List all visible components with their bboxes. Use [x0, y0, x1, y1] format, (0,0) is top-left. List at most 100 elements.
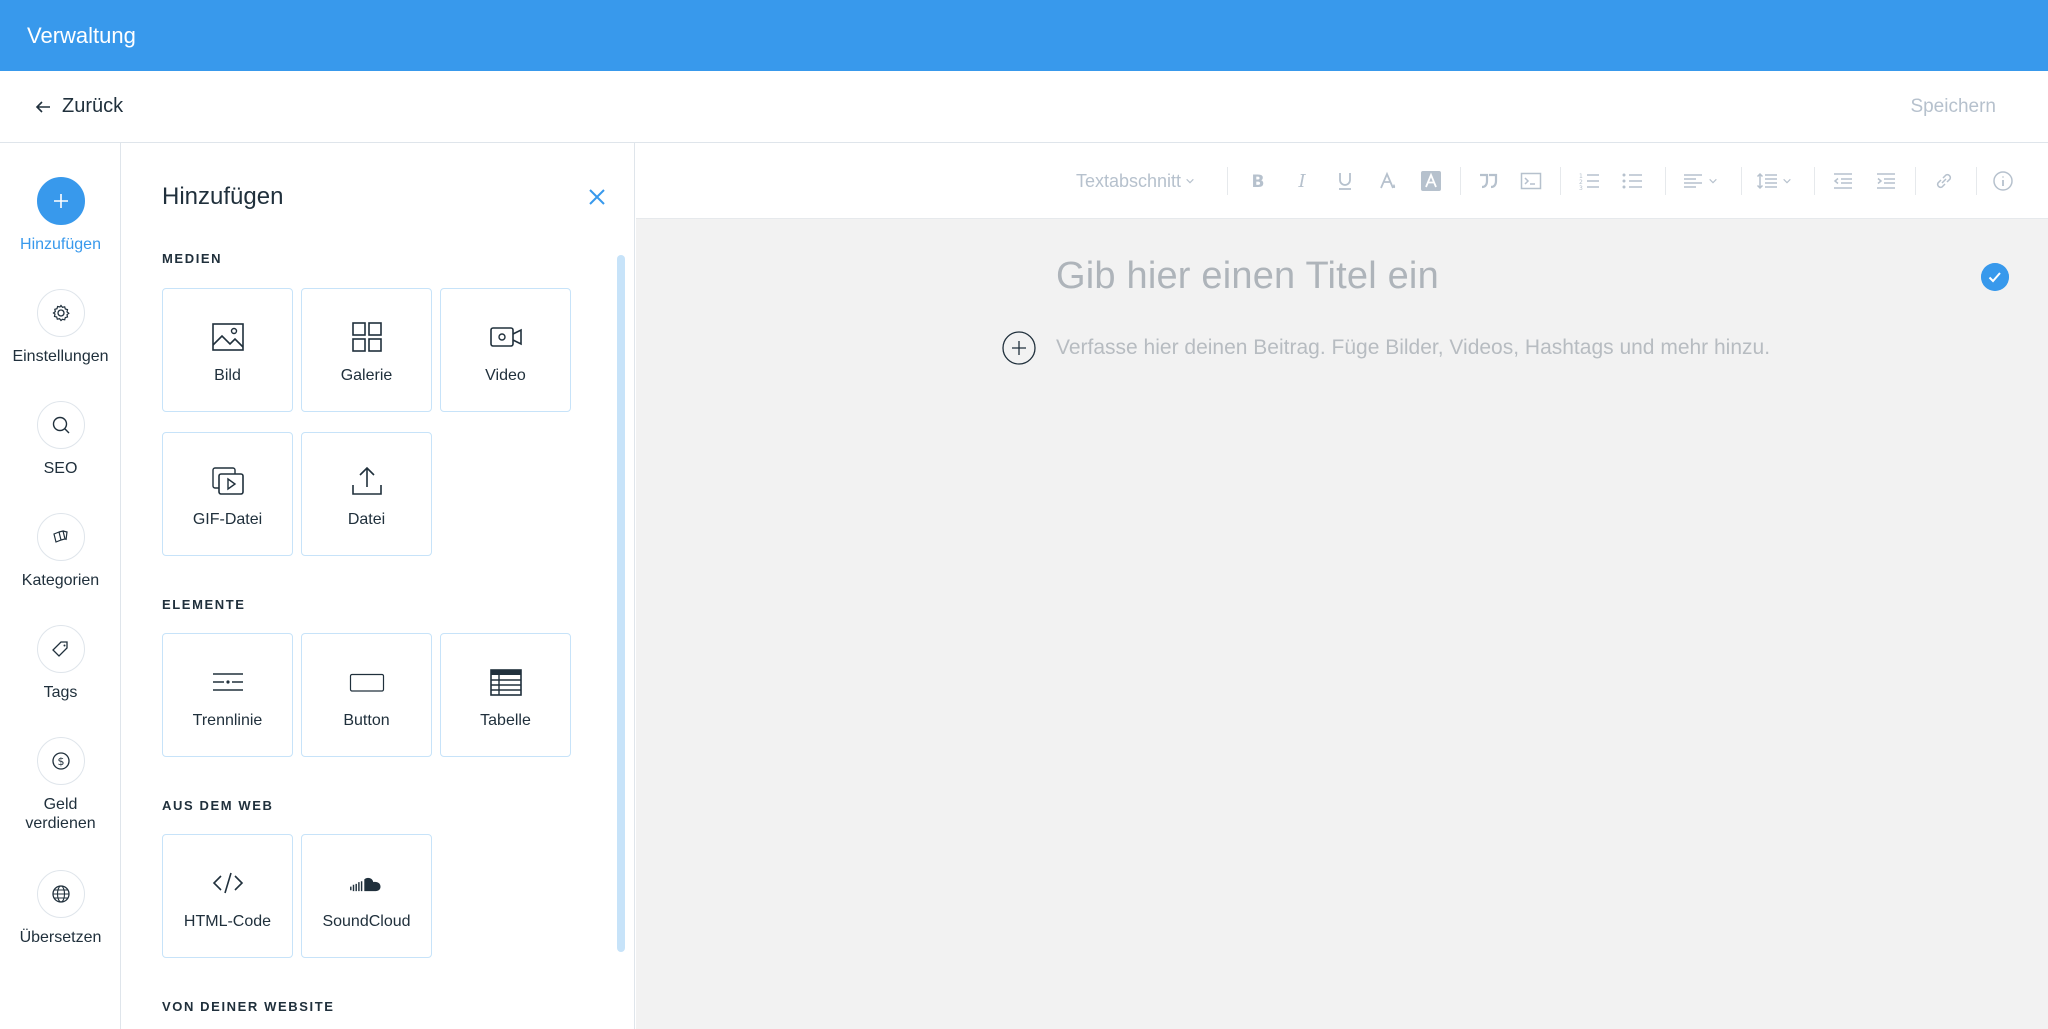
svg-text:3: 3: [1579, 185, 1583, 192]
rail-item-label: Tags: [43, 684, 78, 701]
back-button[interactable]: Zurück: [34, 95, 123, 118]
image-icon: [211, 323, 244, 351]
post-body-input[interactable]: Verfasse hier deinen Beitrag. Füge Bilde…: [1056, 336, 1770, 360]
tag-icon: [36, 625, 85, 673]
toolbar-divider: [1814, 167, 1815, 195]
rail-item-seo[interactable]: SEO: [0, 401, 121, 478]
outdent-icon: [1833, 173, 1852, 189]
tile-html-code[interactable]: HTML-Code: [162, 834, 293, 958]
link-button[interactable]: [1933, 169, 1955, 193]
italic-button[interactable]: I: [1291, 169, 1313, 193]
rail-item-categories[interactable]: Kategorien: [0, 513, 121, 590]
code-icon: [212, 872, 243, 894]
tile-label: HTML-Code: [183, 913, 272, 930]
tile-label: Button: [343, 712, 390, 729]
app-title: Verwaltung: [27, 22, 136, 48]
toolbar-divider: [1560, 167, 1561, 195]
gear-icon: [36, 289, 85, 337]
toolbar-divider: [1665, 167, 1666, 195]
indent-icon: [1877, 173, 1895, 189]
underline-icon: [1339, 173, 1351, 190]
save-button[interactable]: Speichern: [1910, 96, 1996, 118]
plus-icon: [36, 177, 85, 225]
rail-item-settings[interactable]: Einstellungen: [0, 289, 121, 366]
bullet-list-icon: [1622, 173, 1642, 189]
code-block-button[interactable]: [1520, 169, 1542, 193]
search-icon: [36, 401, 85, 449]
rail-item-label: SEO: [43, 460, 78, 477]
panel-scrollbar[interactable]: [617, 255, 625, 952]
table-icon: [489, 669, 522, 696]
tile-image[interactable]: Bild: [162, 288, 293, 412]
bullet-list-button[interactable]: [1621, 169, 1643, 193]
post-title-input[interactable]: Gib hier einen Titel ein: [1056, 255, 1439, 298]
panel-title: Hinzufügen: [162, 183, 284, 210]
line-spacing-dropdown[interactable]: [1756, 169, 1792, 193]
section-title-web: AUS DEM WEB: [162, 798, 274, 813]
soundcloud-icon: [349, 877, 380, 892]
close-icon[interactable]: [585, 185, 609, 209]
rail-item-translate[interactable]: Übersetzen: [0, 870, 121, 947]
back-label: Zurück: [62, 95, 124, 117]
dollar-icon: $: [36, 737, 85, 785]
sub-bar: Zurück Speichern: [0, 71, 2048, 143]
decrease-indent-button[interactable]: [1832, 169, 1854, 193]
upload-icon: [351, 466, 382, 495]
text-color-icon: [1380, 171, 1396, 189]
tile-label: Datei: [347, 511, 386, 528]
toolbar-divider: [1460, 167, 1461, 195]
tile-gallery[interactable]: Galerie: [301, 288, 432, 412]
rail-item-label: Hinzufügen: [20, 236, 101, 253]
section-title-site: VON DEINER WEBSITE: [162, 999, 335, 1014]
rail-item-label: Einstellungen: [12, 348, 109, 365]
alignment-dropdown[interactable]: [1682, 169, 1718, 193]
add-content-icon[interactable]: [1002, 331, 1036, 365]
numbered-list-button[interactable]: 123: [1578, 169, 1600, 193]
text-color-button[interactable]: [1377, 169, 1399, 193]
toolbar-divider: [1227, 167, 1228, 195]
tile-label: Video: [485, 367, 526, 384]
rail-item-tags[interactable]: Tags: [0, 625, 121, 702]
italic-icon: I: [1297, 171, 1306, 192]
tile-label: Galerie: [340, 367, 393, 384]
link-icon: [1936, 173, 1952, 189]
top-bar: Verwaltung: [0, 0, 2048, 71]
tile-label: Bild: [214, 367, 241, 384]
toolbar-divider: [1915, 167, 1916, 195]
numbered-list-icon: 123: [1579, 173, 1599, 192]
quote-icon: [1480, 173, 1498, 189]
rail-item-label: Kategorien: [21, 572, 100, 589]
tile-divider[interactable]: Trennlinie: [162, 633, 293, 757]
highlight-button[interactable]: [1420, 169, 1442, 193]
section-title-elements: ELEMENTE: [162, 597, 246, 612]
bold-button[interactable]: B: [1247, 169, 1269, 193]
tile-soundcloud[interactable]: SoundCloud: [301, 834, 432, 958]
rail-item-monetize[interactable]: $ Geld verdienen: [0, 737, 121, 833]
svg-text:$: $: [57, 755, 64, 768]
info-button[interactable]: [1992, 169, 2014, 193]
categories-icon: [36, 513, 85, 561]
gallery-icon: [351, 322, 382, 352]
underline-button[interactable]: [1334, 169, 1356, 193]
toolbar-divider: [1741, 167, 1742, 195]
line-spacing-icon: [1756, 172, 1777, 190]
tile-video[interactable]: Video: [440, 288, 571, 412]
text-style-dropdown[interactable]: Textabschnitt: [1076, 169, 1195, 193]
add-panel: Hinzufügen MEDIEN Bild Galerie Video GIF…: [122, 143, 635, 1029]
tile-label: Tabelle: [480, 712, 531, 729]
chevron-down-icon: [1709, 178, 1717, 184]
toolbar-divider: [1976, 167, 1977, 195]
tile-file[interactable]: Datei: [301, 432, 432, 556]
video-camera-icon: [489, 327, 522, 347]
rail-item-add[interactable]: Hinzufügen: [0, 177, 121, 254]
tile-button[interactable]: Button: [301, 633, 432, 757]
increase-indent-button[interactable]: [1875, 169, 1897, 193]
divider-icon: [212, 673, 243, 691]
tile-gif[interactable]: GIF-Datei: [162, 432, 293, 556]
quote-button[interactable]: [1477, 169, 1499, 193]
formatting-toolbar: Textabschnitt B I 123: [636, 143, 2048, 219]
tile-label: Trennlinie: [192, 712, 263, 729]
check-icon: [1981, 263, 2009, 291]
svg-text:I: I: [1297, 171, 1306, 192]
tile-table[interactable]: Tabelle: [440, 633, 571, 757]
